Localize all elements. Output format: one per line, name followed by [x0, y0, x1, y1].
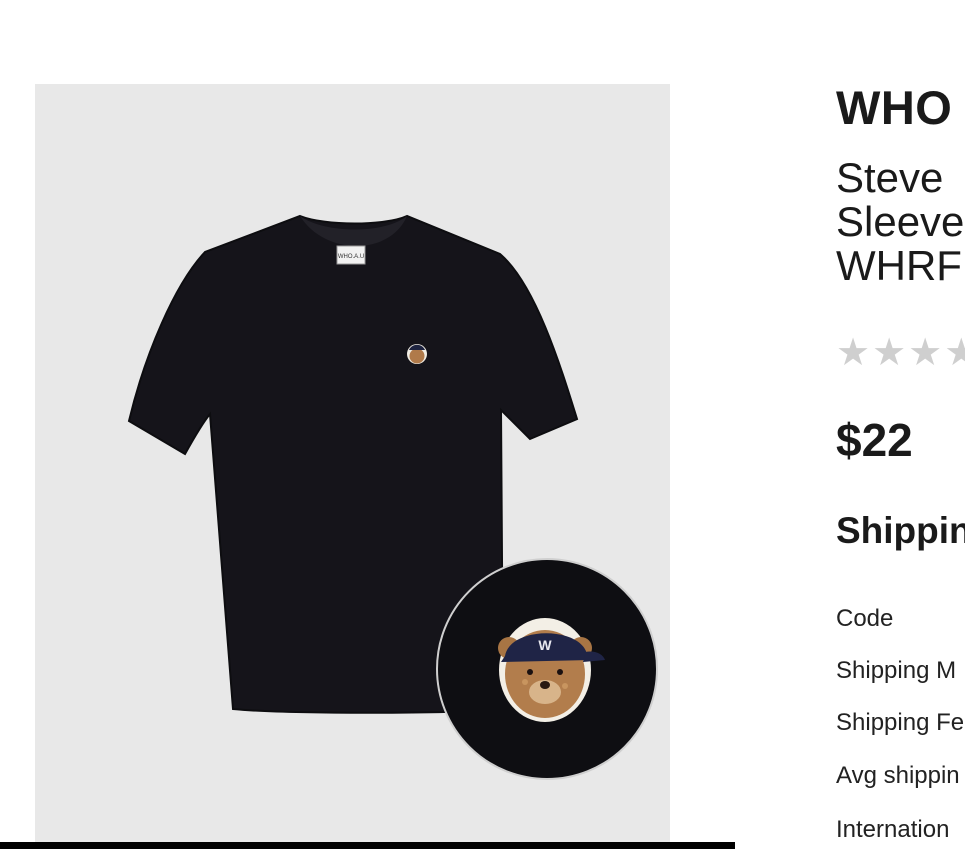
shipping-row-code: Code: [836, 605, 894, 632]
rating-stars[interactable]: ★ ★ ★ ★ ★: [836, 332, 965, 374]
star-icon: ★: [908, 332, 943, 374]
star-icon: ★: [836, 332, 871, 374]
shipping-row-international: Internation: [836, 816, 950, 843]
star-icon: ★: [872, 332, 907, 374]
product-info-panel: WHO Steve Sleeve WHRF ★ ★ ★ ★ ★ $22 Ship…: [836, 0, 965, 849]
svg-text:W: W: [538, 637, 552, 653]
bottom-divider-bar: [0, 842, 735, 849]
shipping-row-avg-time: Avg shippin: [836, 762, 960, 789]
tshirt-illustration: WHO.A.U W: [127, 214, 658, 780]
product-price: $22: [836, 414, 913, 466]
star-icon: ★: [944, 332, 965, 374]
shipping-row-fee: Shipping Fe: [836, 709, 965, 736]
product-title: Steve Sleeve WHRF: [836, 154, 965, 289]
brand-name[interactable]: WHO: [836, 80, 952, 136]
bear-patch-closeup: W: [436, 558, 658, 780]
shipping-heading: Shippin: [836, 510, 965, 551]
product-image[interactable]: WHO.A.U W: [35, 84, 670, 849]
bear-patch-small: [407, 344, 427, 364]
svg-text:WHO.A.U: WHO.A.U: [338, 254, 364, 260]
shipping-row-method: Shipping M: [836, 657, 957, 684]
